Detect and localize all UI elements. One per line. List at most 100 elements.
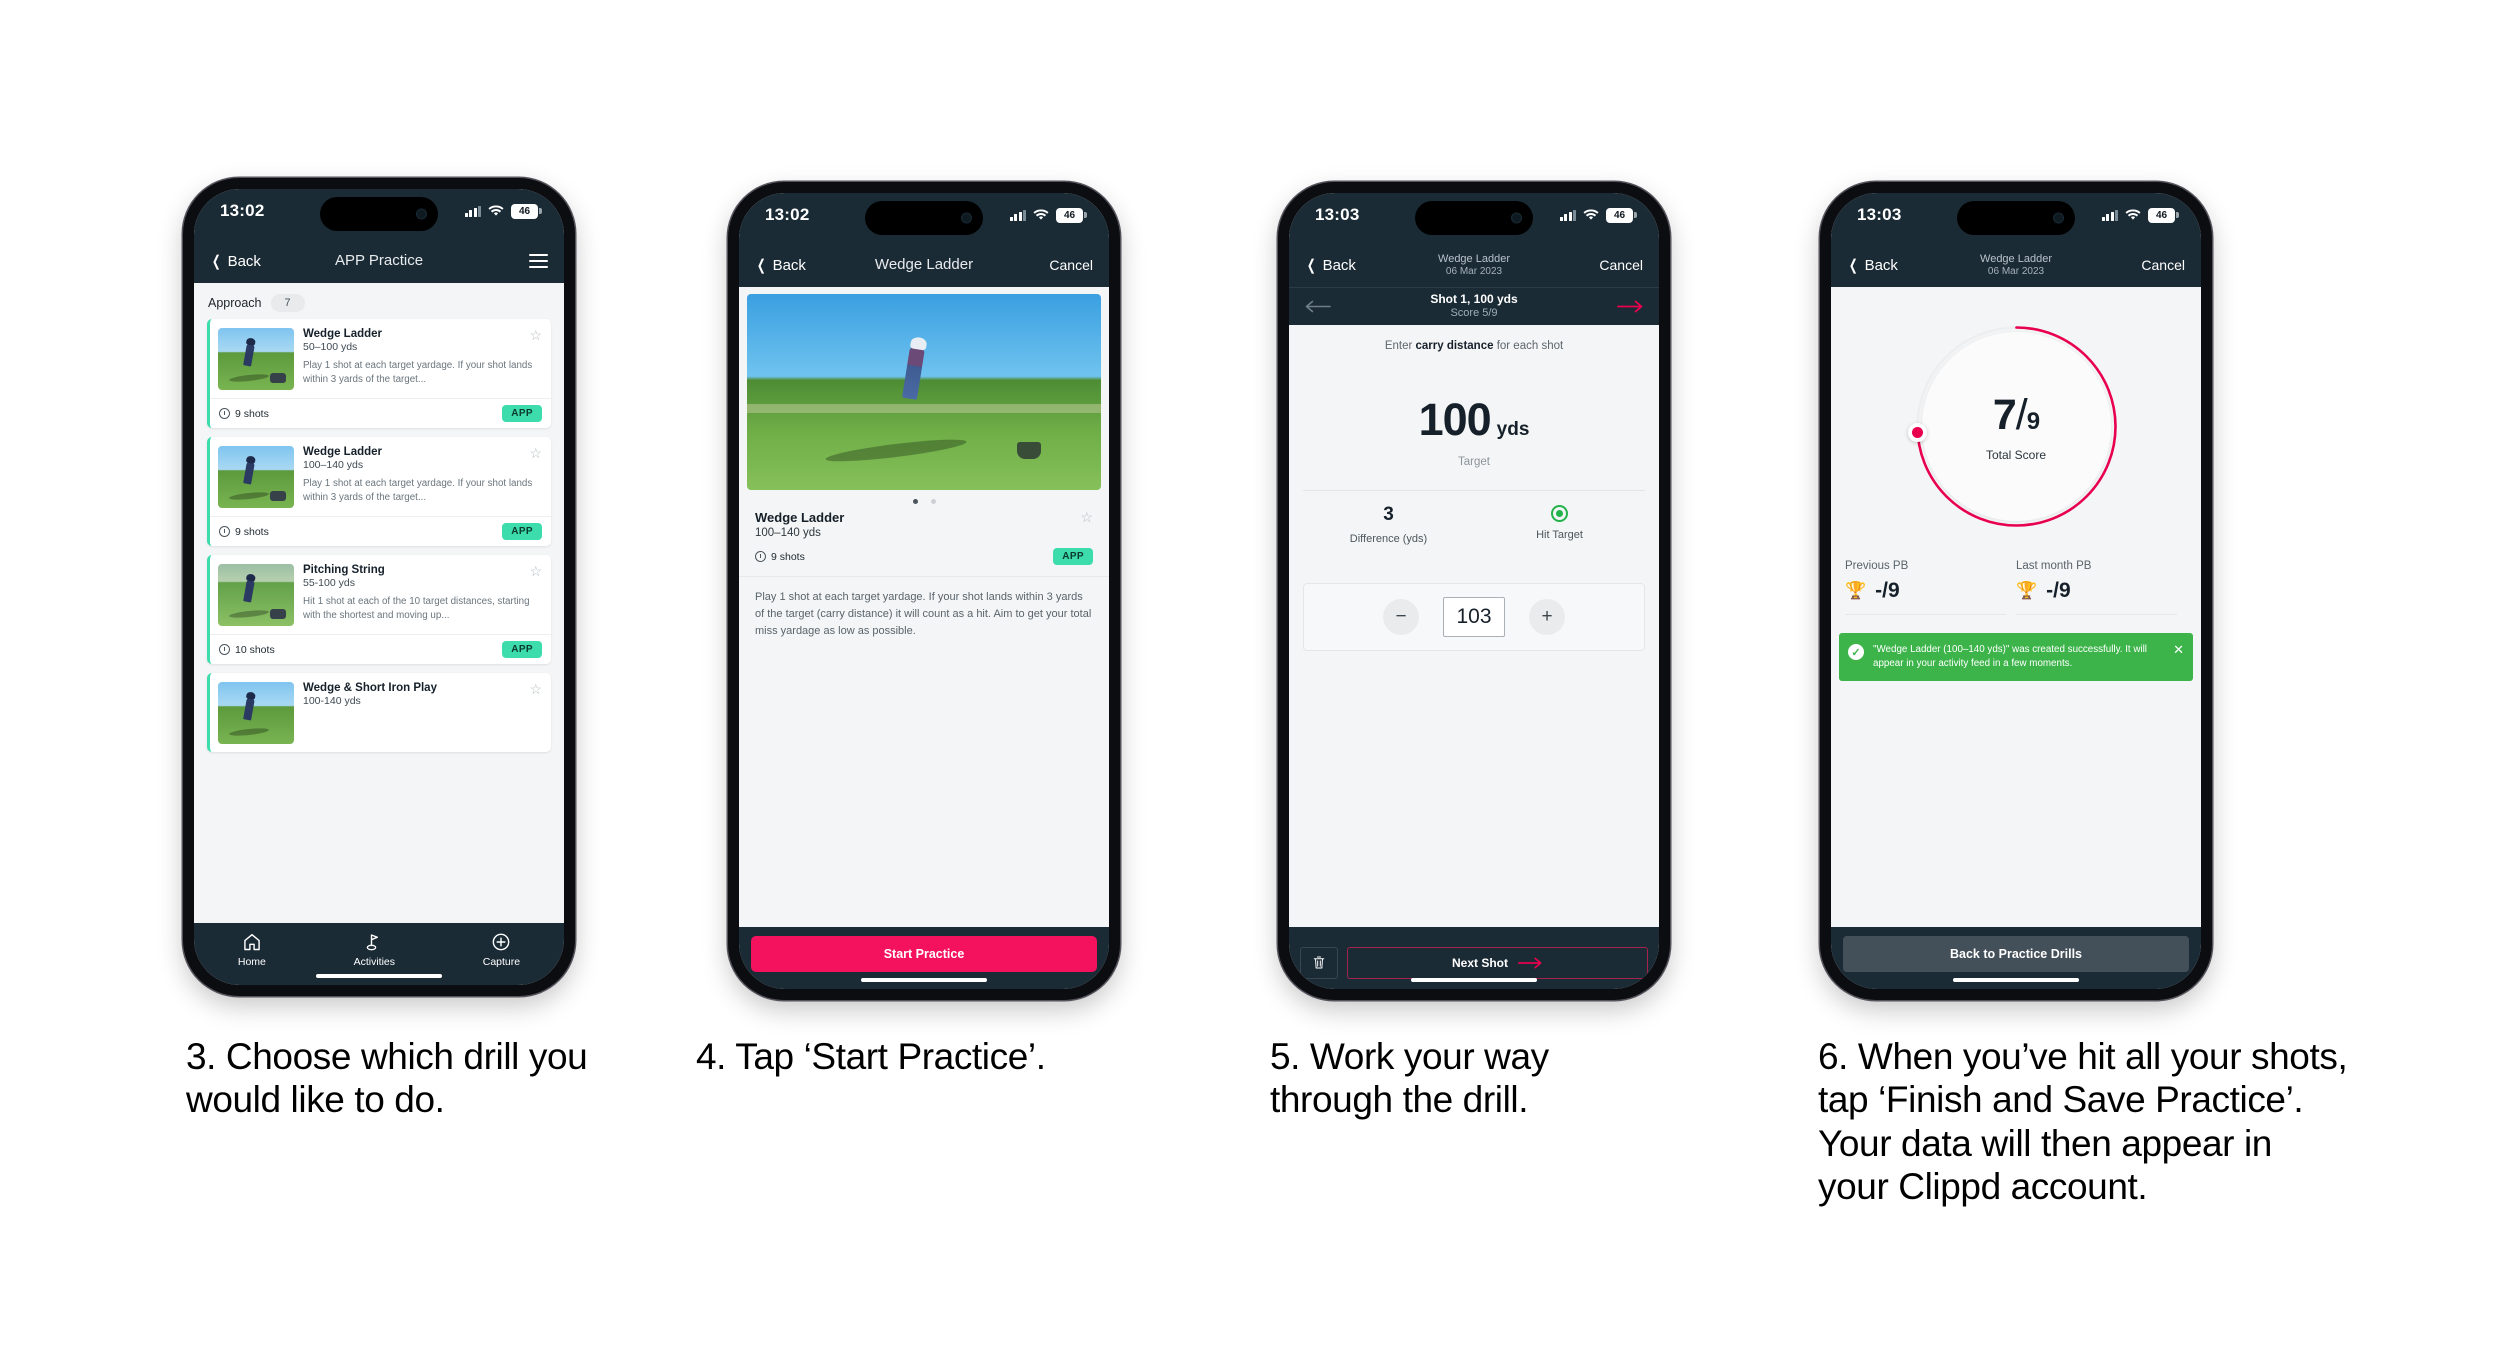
score-caption: Total Score bbox=[1985, 448, 2047, 462]
star-outline-icon[interactable]: ☆ bbox=[529, 682, 542, 696]
table-row[interactable]: Wedge & Short Iron Play 100-140 yds ☆ bbox=[207, 673, 551, 752]
card-body: Wedge & Short Iron Play 100-140 yds ☆ bbox=[210, 673, 551, 752]
decrement-button[interactable]: − bbox=[1383, 599, 1419, 635]
table-row[interactable]: Pitching String 55-100 yds ☆ Hit 1 shot … bbox=[207, 555, 551, 664]
clock-icon bbox=[755, 551, 766, 562]
front-camera-icon bbox=[416, 208, 427, 220]
previous-pb: Previous PB 🏆 -/9 bbox=[1845, 560, 2016, 615]
wifi-icon bbox=[2125, 209, 2141, 220]
table-row[interactable]: Wedge Ladder 100–140 yds ☆ Play 1 shot a… bbox=[207, 437, 551, 546]
sidebar-item-activities[interactable]: Activities bbox=[354, 932, 395, 968]
chevron-left-icon: ❮ bbox=[1306, 257, 1316, 274]
shot-count: 9 shots bbox=[755, 551, 805, 563]
cellular-bars-icon bbox=[2101, 209, 2118, 221]
carry-distance-input[interactable]: 103 bbox=[1443, 597, 1505, 637]
card-body: Pitching String 55-100 yds ☆ Hit 1 shot … bbox=[210, 555, 551, 634]
hit-target-label: Hit Target bbox=[1536, 529, 1583, 541]
section-count-badge: 7 bbox=[270, 294, 305, 312]
status-badge: APP bbox=[502, 641, 542, 658]
back-label: Back bbox=[1322, 256, 1356, 274]
target-hit-icon bbox=[1551, 505, 1568, 522]
status-indicators: 46 bbox=[2101, 207, 2179, 223]
drill-title: Pitching String bbox=[303, 564, 385, 576]
card-footer: 10 shots APP bbox=[210, 634, 551, 664]
front-camera-icon bbox=[961, 212, 972, 224]
drill-hero-image[interactable] bbox=[747, 294, 1101, 490]
carousel-dot-active bbox=[912, 499, 918, 504]
shot-count: 9 shots bbox=[219, 408, 269, 420]
cellular-bars-icon bbox=[1559, 209, 1576, 221]
session-date: 06 Mar 2023 bbox=[1445, 265, 1503, 277]
close-icon[interactable]: ✕ bbox=[2173, 643, 2184, 656]
trash-glyph bbox=[1313, 956, 1325, 969]
cancel-button[interactable]: Cancel bbox=[1599, 257, 1643, 273]
card-body: Wedge Ladder 50–100 yds ☆ Play 1 shot at… bbox=[210, 319, 551, 398]
home-indicator bbox=[1953, 977, 2079, 982]
score-value: 7 bbox=[1992, 391, 2017, 439]
star-outline-icon[interactable]: ☆ bbox=[529, 328, 542, 342]
drill-description: Play 1 shot at each target yardage. If y… bbox=[303, 360, 533, 385]
personal-bests: Previous PB 🏆 -/9 Last month PB 🏆 -/9 bbox=[1845, 560, 2187, 615]
arrow-right-icon[interactable] bbox=[1617, 300, 1643, 313]
next-shot-button[interactable]: Next Shot bbox=[1347, 946, 1648, 979]
front-camera-icon bbox=[1511, 212, 1522, 224]
score-gauge: 7/9 Total Score bbox=[1907, 319, 2124, 534]
card-text: Wedge Ladder 100–140 yds ☆ Play 1 shot a… bbox=[303, 446, 542, 508]
clock-icon bbox=[219, 408, 230, 419]
quantity-stepper[interactable]: − 103 + bbox=[1303, 583, 1645, 651]
score-denominator: 9 bbox=[2026, 408, 2040, 435]
cancel-button[interactable]: Cancel bbox=[1049, 257, 1093, 273]
dynamic-island bbox=[865, 201, 983, 235]
back-button[interactable]: ❮ Back bbox=[1847, 256, 1898, 275]
screen: 13:03 46 ❮ Back Wedge Ladder 06 Mar 2023… bbox=[1289, 193, 1659, 989]
bottom-tab-bar[interactable]: Home Activities Capture bbox=[194, 923, 564, 985]
carousel-dots[interactable] bbox=[739, 490, 1109, 508]
status-time: 13:02 bbox=[765, 205, 810, 224]
back-button[interactable]: ❮ Back bbox=[210, 252, 261, 271]
drill-title: Wedge Ladder bbox=[303, 328, 383, 340]
arrow-right-icon bbox=[1518, 957, 1542, 968]
status-indicators: 46 bbox=[1009, 207, 1087, 223]
star-outline-icon[interactable]: ☆ bbox=[529, 446, 542, 460]
back-to-practice-drills-button[interactable]: Back to Practice Drills bbox=[1843, 936, 2189, 972]
start-practice-button[interactable]: Start Practice bbox=[751, 936, 1097, 972]
home-indicator bbox=[861, 977, 987, 982]
increment-button[interactable]: + bbox=[1529, 599, 1565, 635]
back-button[interactable]: ❮ Back bbox=[1305, 256, 1356, 275]
sidebar-item-home[interactable]: Home bbox=[238, 932, 266, 968]
arrow-left-icon[interactable] bbox=[1305, 300, 1331, 313]
cancel-button[interactable]: Cancel bbox=[2141, 257, 2185, 273]
status-time: 13:03 bbox=[1315, 205, 1360, 224]
trophy-icon: 🏆 bbox=[2016, 581, 2038, 600]
drill-description: Play 1 shot at each target yardage. If y… bbox=[739, 576, 1109, 640]
screen: 13:03 46 ❮ Back Wedge Ladder 06 Mar 2023… bbox=[1831, 193, 2201, 989]
tutorial-sheet: 13:02 46 ❮ Back APP Practice Approach 7 … bbox=[0, 0, 2503, 1347]
detail-meta: 9 shots APP bbox=[755, 548, 1093, 576]
drill-yardage: 55-100 yds bbox=[303, 577, 355, 589]
page-title: APP Practice bbox=[334, 251, 424, 269]
drill-thumbnail bbox=[218, 682, 294, 744]
drill-list[interactable]: Approach 7 Wedge Ladder 50–100 yds ☆ Pla… bbox=[194, 283, 564, 923]
screen: 13:02 46 ❮ Back APP Practice Approach 7 … bbox=[194, 189, 564, 985]
drill-title: Wedge & Short Iron Play bbox=[303, 682, 437, 694]
drill-description: Hit 1 shot at each of the 10 target dist… bbox=[303, 596, 530, 621]
card-text: Wedge & Short Iron Play 100-140 yds ☆ bbox=[303, 682, 542, 744]
sidebar-item-capture[interactable]: Capture bbox=[483, 932, 520, 968]
wifi-icon bbox=[1033, 209, 1049, 220]
detail-header: Wedge Ladder 100–140 yds ☆ 9 shots APP bbox=[739, 508, 1109, 576]
cellular-bars-icon bbox=[1009, 209, 1026, 221]
dynamic-island bbox=[1415, 201, 1533, 235]
card-body: Wedge Ladder 100–140 yds ☆ Play 1 shot a… bbox=[210, 437, 551, 516]
target-distance-display: 100 yds Target bbox=[1289, 394, 1659, 468]
target-value: 100 bbox=[1418, 394, 1492, 445]
difference-stat: 3 Difference (yds) bbox=[1303, 504, 1474, 545]
star-outline-icon[interactable]: ☆ bbox=[529, 564, 542, 578]
hamburger-menu-icon[interactable] bbox=[529, 254, 548, 268]
nav-bar: ❮ Back Wedge Ladder 06 Mar 2023 Cancel bbox=[1289, 243, 1659, 287]
star-outline-icon[interactable]: ☆ bbox=[1080, 510, 1093, 524]
shot-stepper-bar: Shot 1, 100 yds Score 5/9 bbox=[1289, 287, 1659, 325]
trash-icon[interactable] bbox=[1300, 946, 1338, 979]
score-slash: / bbox=[2015, 391, 2028, 439]
table-row[interactable]: Wedge Ladder 50–100 yds ☆ Play 1 shot at… bbox=[207, 319, 551, 428]
back-button[interactable]: ❮ Back bbox=[755, 256, 806, 275]
